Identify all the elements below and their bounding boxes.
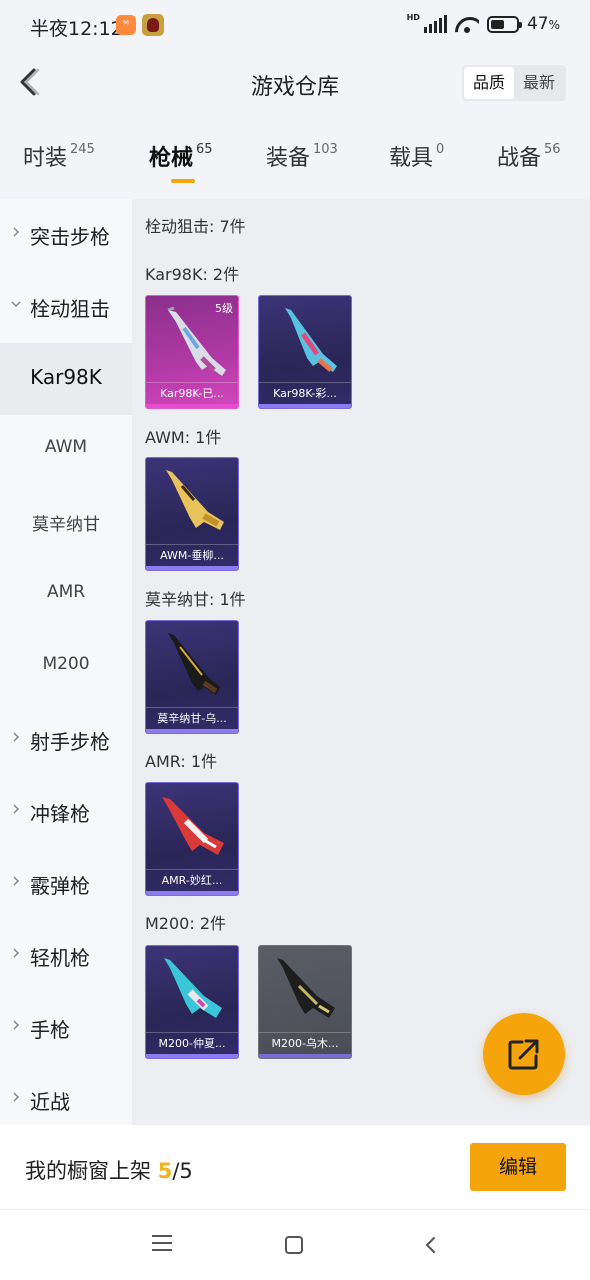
battery-icon: [486, 15, 522, 33]
weapon-card-name: AWM-垂柳...: [146, 544, 238, 566]
rifle-skin-icon: [162, 797, 224, 855]
showcase-bar: 我的橱窗上架 5/5 编辑: [0, 1125, 590, 1209]
sort-latest-button[interactable]: 最新: [514, 67, 564, 99]
page-header: 游戏仓库 品质 最新: [0, 52, 590, 116]
system-nav-bar: [0, 1209, 590, 1280]
recents-menu-icon[interactable]: [152, 1235, 172, 1253]
sidebar-item-amr[interactable]: AMR: [0, 560, 132, 632]
sidebar-item-kar98k[interactable]: Kar98K: [0, 343, 132, 415]
tab-fashion[interactable]: 时装 245: [23, 140, 95, 190]
rarity-bar: [259, 404, 351, 408]
sidebar-item-label: 突击步枪: [30, 225, 110, 249]
chevron-right-icon: [13, 876, 20, 886]
weapon-card-amr[interactable]: AMR-妙红...: [145, 782, 239, 896]
rarity-bar: [146, 729, 238, 733]
section-label-amr: AMR: 1件: [145, 752, 218, 771]
weapon-card-name: 莫辛纳甘-乌...: [146, 707, 238, 729]
sidebar-item-awm[interactable]: AWM: [0, 415, 132, 487]
sidebar-item-label: Kar98K: [30, 365, 102, 389]
sidebar-item-smg[interactable]: 冲锋枪: [0, 776, 132, 848]
weapon-card-name: M200-乌木...: [259, 1032, 351, 1054]
status-time: 半夜12:12: [30, 18, 123, 40]
sidebar-item-label: 冲锋枪: [30, 802, 90, 826]
section-label-kar98k: Kar98K: 2件: [145, 265, 240, 284]
level-badge: 5级: [215, 302, 233, 315]
wifi-icon: [455, 15, 479, 33]
tab-supplies[interactable]: 战备 56: [497, 140, 561, 190]
active-tab-indicator: [171, 179, 195, 183]
rarity-bar: [146, 891, 238, 895]
weapon-card-mosin-nagant[interactable]: 莫辛纳甘-乌...: [145, 620, 239, 734]
status-bar: 半夜12:12 ᴹ HD 47%: [0, 0, 590, 52]
sidebar-item-marksman-rifle[interactable]: 射手步枪: [0, 704, 132, 776]
rarity-bar: [146, 566, 238, 570]
sidebar-item-shotgun[interactable]: 霰弹枪: [0, 848, 132, 920]
weapon-type-sidebar: 突击步枪 栓动狙击 Kar98K AWM 莫辛纳甘 AMR M200 射手步枪 …: [0, 199, 132, 1125]
status-right-group: HD 47%: [406, 13, 560, 35]
sidebar-item-label: 栓动狙击: [30, 297, 110, 321]
sidebar-item-label: AWM: [44, 437, 88, 457]
sidebar-item-bolt-action-sniper[interactable]: 栓动狙击: [0, 271, 132, 343]
sort-quality-button[interactable]: 品质: [464, 67, 514, 99]
rifle-skin-icon: [166, 470, 224, 530]
section-label-m200: M200: 2件: [145, 914, 227, 933]
weapon-card-name: Kar98K-已...: [146, 382, 238, 404]
sidebar-item-m200[interactable]: M200: [0, 632, 132, 704]
signal-icon: [423, 15, 447, 33]
edit-button[interactable]: 编辑: [470, 1143, 566, 1191]
sidebar-item-melee[interactable]: 近战: [0, 1064, 132, 1125]
helmet-app-icon: [142, 14, 164, 36]
weapon-card-m200-2[interactable]: M200-乌木...: [258, 945, 352, 1059]
weapon-list: 栓动狙击: 7件 Kar98K: 2件 5级 Kar98K-已... Kar98…: [132, 199, 590, 1125]
category-summary: 栓动狙击: 7件: [145, 217, 246, 236]
chevron-right-icon: [13, 227, 20, 237]
share-fab[interactable]: [483, 1013, 565, 1095]
sidebar-item-assault-rifle[interactable]: 突击步枪: [0, 199, 132, 271]
share-external-icon: [508, 1039, 539, 1070]
sidebar-item-lmg[interactable]: 轻机枪: [0, 920, 132, 992]
weapon-card-kar98k-2[interactable]: Kar98K-彩...: [258, 295, 352, 409]
hd-indicator: HD: [406, 13, 420, 22]
sidebar-item-label: 射手步枪: [30, 730, 110, 754]
chevron-right-icon: [13, 1020, 20, 1030]
section-label-awm: AWM: 1件: [145, 428, 222, 447]
home-square-icon[interactable]: [285, 1236, 303, 1254]
sidebar-item-label: M200: [42, 654, 90, 674]
sidebar-item-label: 手枪: [30, 1018, 70, 1042]
rarity-bar: [146, 404, 238, 408]
rifle-skin-icon: [277, 958, 335, 1018]
tab-vehicles[interactable]: 载具 0: [389, 140, 444, 190]
rarity-bar: [146, 1054, 238, 1058]
weapon-card-name: Kar98K-彩...: [259, 382, 351, 404]
chevron-right-icon: [13, 732, 20, 742]
nav-back-icon[interactable]: [422, 1236, 440, 1254]
weapon-card-name: M200-仲夏...: [146, 1032, 238, 1054]
rifle-skin-icon: [285, 308, 337, 372]
sidebar-item-label: 轻机枪: [30, 946, 90, 970]
weapon-card-name: AMR-妙红...: [146, 869, 238, 891]
sidebar-item-pistol[interactable]: 手枪: [0, 992, 132, 1064]
chevron-right-icon: [13, 804, 20, 814]
category-tabs: 时装 245 枪械 65 装备 103 载具 0 战备 56: [0, 140, 590, 190]
sidebar-item-label: 近战: [30, 1090, 70, 1114]
sidebar-item-mosin-nagant[interactable]: 莫辛纳甘: [0, 488, 132, 560]
weapon-card-kar98k-1[interactable]: 5级 Kar98K-已...: [145, 295, 239, 409]
mi-store-icon: ᴹ: [116, 15, 136, 35]
weapon-card-awm[interactable]: AWM-垂柳...: [145, 457, 239, 571]
chevron-down-icon: [11, 301, 21, 308]
sidebar-item-label: 莫辛纳甘: [32, 515, 100, 535]
battery-percent: 47%: [526, 14, 560, 34]
tab-equipment[interactable]: 装备 103: [266, 140, 338, 190]
sort-toggle: 品质 最新: [462, 65, 566, 101]
weapon-card-m200-1[interactable]: M200-仲夏...: [145, 945, 239, 1059]
sidebar-item-label: AMR: [46, 582, 86, 602]
rarity-bar: [259, 1054, 351, 1058]
rifle-skin-icon: [164, 958, 222, 1018]
chevron-right-icon: [13, 1092, 20, 1102]
rifle-skin-icon: [168, 633, 220, 695]
showcase-status: 我的橱窗上架 5/5: [25, 1159, 193, 1183]
section-label-mosin-nagant: 莫辛纳甘: 1件: [145, 590, 246, 609]
chevron-right-icon: [13, 948, 20, 958]
sidebar-item-label: 霰弹枪: [30, 874, 90, 898]
